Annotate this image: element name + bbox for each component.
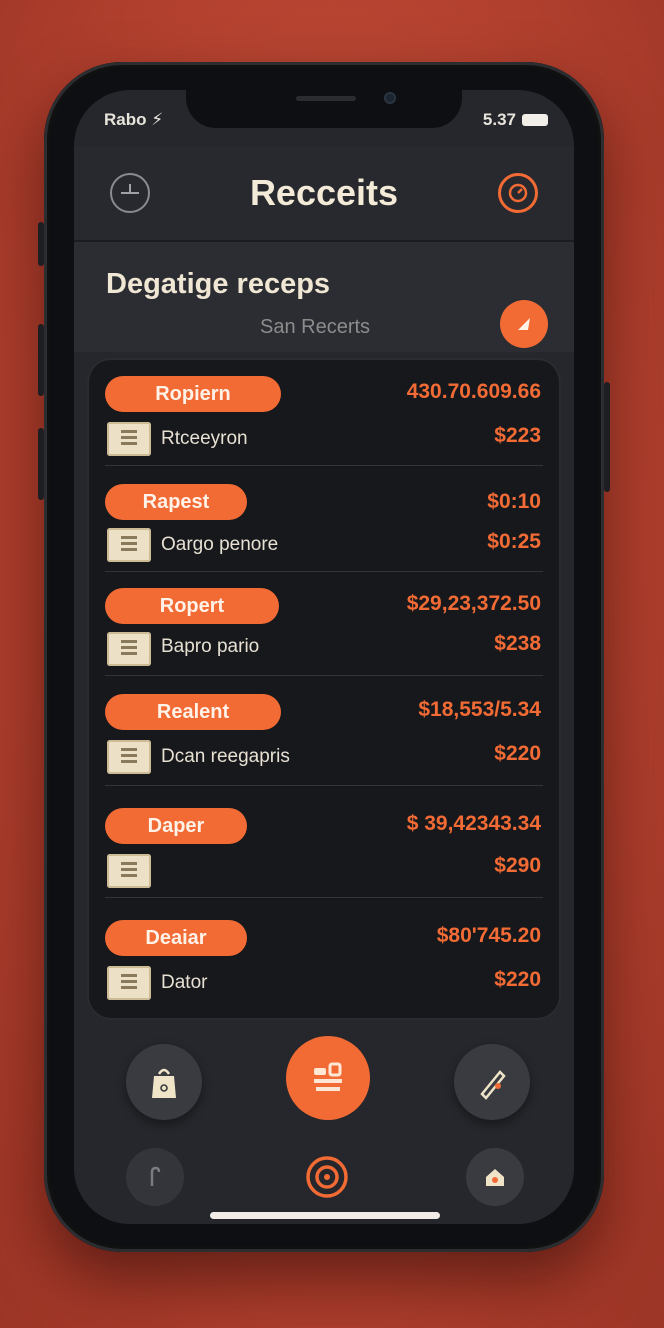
receipt-row[interactable]: Daper $ 39,42343.34 $290 [87,786,561,898]
receipt-tag[interactable]: Rapest [105,484,247,520]
carrier-label: Rabo ⚡ [104,110,164,129]
receipt-list: Ropiern 430.70.609.66 Rtceeyron $223 Rap… [87,358,561,1020]
receipt-amount: $238 [494,632,541,655]
notch [186,90,462,128]
battery-icon [522,114,548,126]
receipt-description: Rtceeyron [161,428,248,449]
receipt-amount: $220 [494,968,541,991]
receipt-row[interactable]: Realent $18,553/5.34 Dcan reegapris $220 [87,676,561,786]
receipt-row[interactable]: Ropert $29,23,372.50 Bapro pario $238 [87,572,561,676]
receipt-thumbnail [107,966,151,1000]
receipt-tag[interactable]: Ropiern [105,376,281,412]
app-header: Recceits [74,146,574,242]
receipt-tag[interactable]: Realent [105,694,281,730]
receipt-row[interactable]: Rapest $0:10 Oargo penore $0:25 [87,466,561,572]
receipt-description: Dator [161,972,208,993]
receipt-scan-icon[interactable] [286,1036,370,1120]
receipt-amount: $220 [494,742,541,765]
status-time: 5.37 [482,110,516,129]
receipt-description: Oargo penore [161,534,279,555]
shopping-bag-icon[interactable] [126,1044,202,1120]
receipt-amount: $223 [494,424,541,447]
receipt-thumbnail [107,528,151,562]
receipt-thumbnail [107,854,151,888]
receipt-tag[interactable]: Daper [105,808,247,844]
home-icon[interactable] [466,1148,524,1206]
front-camera [384,92,396,104]
arrow-icon[interactable] [500,300,548,348]
receipt-tag[interactable]: Ropert [105,588,279,624]
section-header: Degatige receps San Recerts [74,242,574,352]
hook-icon[interactable] [126,1148,184,1206]
receipt-description: Bapro pario [161,636,260,657]
receipt-row[interactable]: Deaiar $80'745.20 Dator $220 [87,898,561,1020]
target-icon[interactable] [302,1152,352,1202]
mute-switch [38,222,44,266]
phone-frame: Rabo ⚡ 5.37 Recceits Degatige receps San… [38,62,610,1252]
receipt-amount: $290 [494,854,541,877]
speaker [296,96,356,101]
receipt-total: $18,553/5.34 [418,698,541,721]
target-icon[interactable] [498,173,538,213]
receipt-total: $80'745.20 [436,924,541,947]
receipt-total: $29,23,372.50 [406,592,541,615]
receipt-total: $0:10 [487,490,541,513]
receipt-amount: $0:25 [487,530,541,553]
power-button [604,382,610,492]
receipt-total: 430.70.609.66 [406,380,541,403]
receipt-description: Dcan reegapris [161,746,290,767]
section-subtitle: San Recerts [260,316,371,338]
section-title: Degatige receps [106,268,331,300]
status-right: 5.37 [483,110,548,130]
volume-down-button [38,428,44,500]
pen-icon[interactable] [454,1044,530,1120]
bottom-nav [74,1034,574,1224]
receipt-tag[interactable]: Deaiar [105,920,247,956]
receipt-thumbnail [107,632,151,666]
receipt-thumbnail [107,422,151,456]
receipt-thumbnail [107,740,151,774]
home-indicator[interactable] [210,1212,440,1219]
receipt-row[interactable]: Ropiern 430.70.609.66 Rtceeyron $223 [87,358,561,466]
receipt-total: $ 39,42343.34 [406,812,541,835]
screen: Rabo ⚡ 5.37 Recceits Degatige receps San… [74,90,574,1224]
volume-up-button [38,324,44,396]
